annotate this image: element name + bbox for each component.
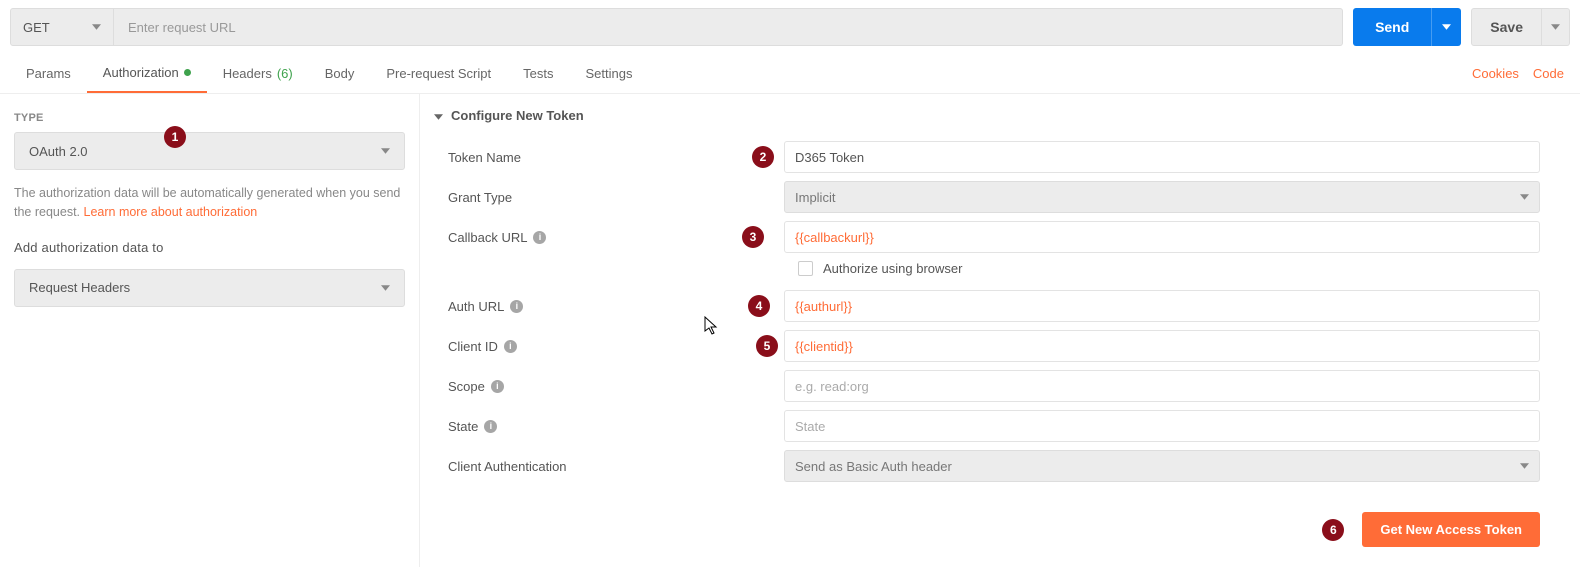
row-auth-url: Auth URL i 4: [448, 286, 1540, 326]
auth-help-text: The authorization data will be automatic…: [14, 184, 405, 222]
section-title: Configure New Token: [451, 108, 584, 123]
add-auth-to-select[interactable]: Request Headers: [14, 269, 405, 307]
field-label: State: [448, 419, 478, 434]
method-select[interactable]: GET: [10, 8, 114, 46]
row-scope: Scope i: [448, 366, 1540, 406]
annotation-badge: 6: [1322, 519, 1344, 541]
scope-input[interactable]: [784, 370, 1540, 402]
tab-label: Headers: [223, 66, 272, 81]
url-input-wrap: [114, 8, 1343, 46]
add-auth-to-value: Request Headers: [29, 280, 130, 295]
chevron-down-icon: [1520, 194, 1529, 200]
method-value: GET: [23, 20, 50, 35]
client-auth-select[interactable]: Send as Basic Auth header: [784, 450, 1540, 482]
get-access-token-button[interactable]: Get New Access Token: [1362, 512, 1540, 547]
add-to-label: Add authorization data to: [14, 240, 405, 255]
tab-authorization[interactable]: Authorization: [87, 54, 207, 93]
chevron-down-icon: [381, 148, 390, 154]
tab-count: (6): [277, 66, 293, 81]
token-action-row: 6 Get New Access Token: [448, 512, 1540, 547]
auth-right-pane: Configure New Token Token Name 2 Grant T…: [420, 94, 1580, 567]
tab-params[interactable]: Params: [10, 54, 87, 93]
tab-settings[interactable]: Settings: [569, 54, 648, 93]
row-client-auth: Client Authentication Send as Basic Auth…: [448, 446, 1540, 486]
field-label: Client Authentication: [448, 459, 567, 474]
save-button-group: Save: [1471, 8, 1570, 46]
row-authorize-browser: Authorize using browser: [784, 257, 1540, 286]
info-icon[interactable]: i: [533, 231, 546, 244]
cookies-link[interactable]: Cookies: [1472, 66, 1519, 81]
row-client-id: Client ID i 5: [448, 326, 1540, 366]
chevron-down-icon: [381, 285, 390, 291]
auth-left-pane: TYPE OAuth 2.0 1 The authorization data …: [0, 94, 420, 567]
tabs-right-links: Cookies Code: [1472, 66, 1570, 81]
learn-more-link[interactable]: Learn more about authorization: [84, 205, 258, 219]
field-label: Token Name: [448, 150, 521, 165]
tab-body[interactable]: Body: [309, 54, 371, 93]
field-label: Auth URL: [448, 299, 504, 314]
send-dropdown-button[interactable]: [1431, 8, 1461, 46]
tab-label: Settings: [585, 66, 632, 81]
client-id-input[interactable]: [784, 330, 1540, 362]
tab-tests[interactable]: Tests: [507, 54, 569, 93]
status-dot-icon: [184, 69, 191, 76]
authorize-browser-checkbox[interactable]: [798, 261, 813, 276]
field-label: Client ID: [448, 339, 498, 354]
grant-type-value: Implicit: [795, 190, 835, 205]
client-auth-value: Send as Basic Auth header: [795, 459, 952, 474]
row-token-name: Token Name 2: [448, 137, 1540, 177]
auth-type-value: OAuth 2.0: [29, 144, 88, 159]
field-label: Callback URL: [448, 230, 527, 245]
info-icon[interactable]: i: [510, 300, 523, 313]
send-button-group: Send: [1353, 8, 1461, 46]
info-icon[interactable]: i: [491, 380, 504, 393]
request-bar: GET Send Save: [0, 0, 1580, 54]
tab-label: Pre-request Script: [386, 66, 491, 81]
tab-headers[interactable]: Headers (6): [207, 54, 309, 93]
save-dropdown-button[interactable]: [1542, 8, 1570, 46]
tab-label: Authorization: [103, 65, 179, 80]
annotation-badge: 5: [756, 335, 778, 357]
checkbox-label: Authorize using browser: [823, 261, 962, 276]
tab-label: Body: [325, 66, 355, 81]
callback-url-input[interactable]: [784, 221, 1540, 253]
state-input[interactable]: [784, 410, 1540, 442]
auth-url-input[interactable]: [784, 290, 1540, 322]
save-button[interactable]: Save: [1471, 8, 1542, 46]
type-label: TYPE: [14, 112, 405, 124]
chevron-down-icon: [1520, 463, 1529, 469]
field-label: Scope: [448, 379, 485, 394]
configure-token-header[interactable]: Configure New Token: [434, 104, 1540, 137]
tab-label: Params: [26, 66, 71, 81]
auth-type-select[interactable]: OAuth 2.0: [14, 132, 405, 170]
row-grant-type: Grant Type Implicit: [448, 177, 1540, 217]
auth-panel: TYPE OAuth 2.0 1 The authorization data …: [0, 94, 1580, 567]
token-form: Token Name 2 Grant Type Implicit Callbac…: [448, 137, 1540, 547]
info-icon[interactable]: i: [504, 340, 517, 353]
chevron-down-icon: [434, 108, 443, 123]
annotation-badge: 1: [164, 126, 186, 148]
tab-label: Tests: [523, 66, 553, 81]
chevron-down-icon: [92, 24, 101, 30]
annotation-badge: 2: [752, 146, 774, 168]
field-label: Grant Type: [448, 190, 512, 205]
annotation-badge: 3: [742, 226, 764, 248]
code-link[interactable]: Code: [1533, 66, 1564, 81]
row-callback-url: Callback URL i 3: [448, 217, 1540, 257]
grant-type-select[interactable]: Implicit: [784, 181, 1540, 213]
info-icon[interactable]: i: [484, 420, 497, 433]
row-state: State i: [448, 406, 1540, 446]
url-input[interactable]: [114, 8, 1343, 46]
send-button[interactable]: Send: [1353, 8, 1431, 46]
tab-prerequest[interactable]: Pre-request Script: [370, 54, 507, 93]
request-tabs: Params Authorization Headers (6) Body Pr…: [0, 54, 1580, 94]
token-name-input[interactable]: [784, 141, 1540, 173]
annotation-badge: 4: [748, 295, 770, 317]
